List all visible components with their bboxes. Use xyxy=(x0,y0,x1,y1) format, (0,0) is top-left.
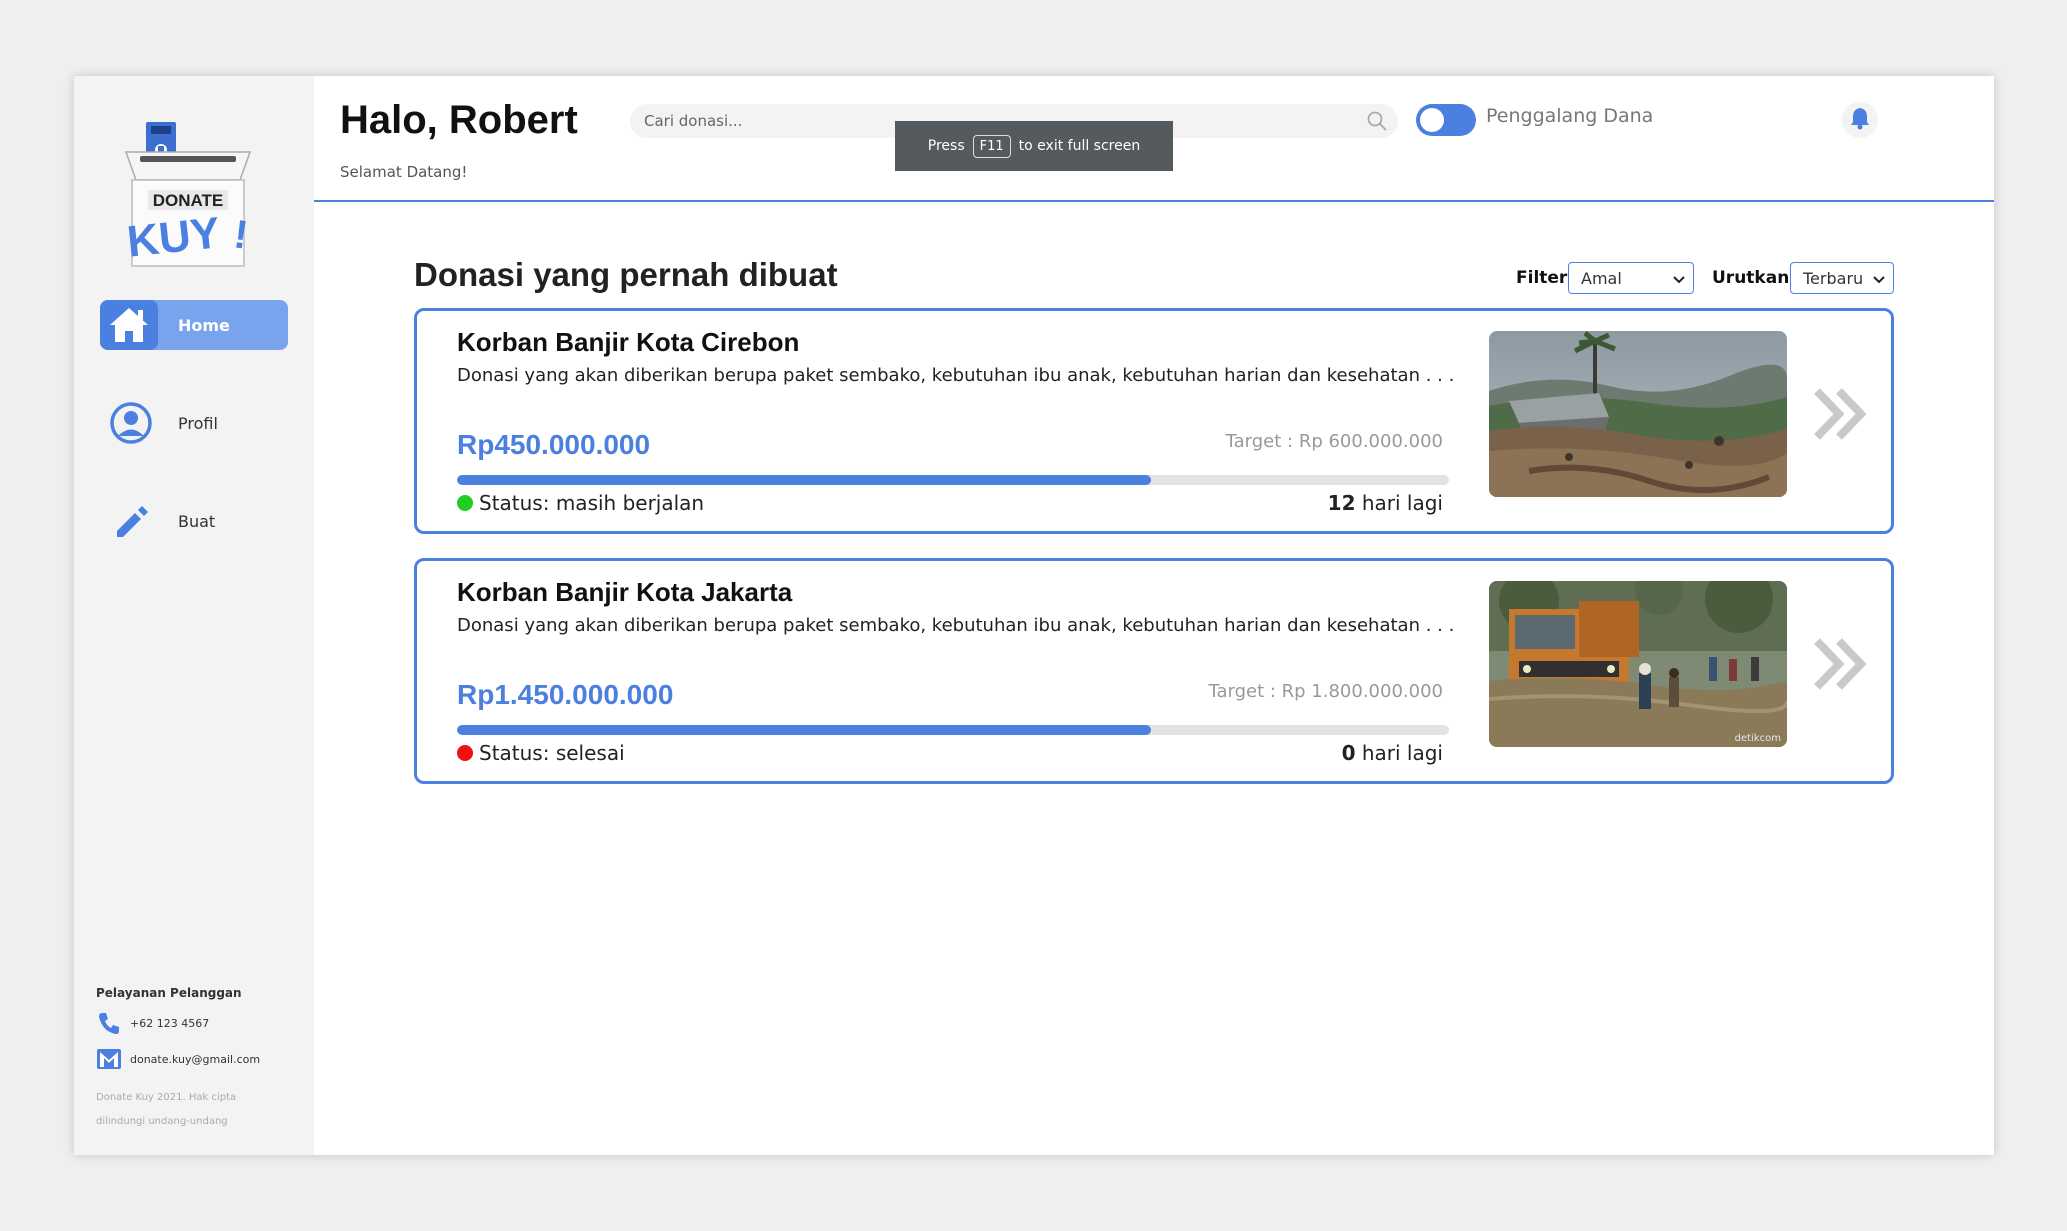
donation-title: Korban Banjir Kota Cirebon xyxy=(457,327,800,357)
svg-text:DONATE: DONATE xyxy=(153,191,224,210)
phone-number: +62 123 4567 xyxy=(130,1016,210,1030)
sidebar-item-home[interactable]: Home xyxy=(100,300,288,350)
donation-target: Target : Rp 600.000.000 xyxy=(1225,431,1443,452)
chevron-down-icon xyxy=(1673,269,1685,288)
customer-service-title: Pelayanan Pelanggan xyxy=(96,986,242,1000)
greeting-title: Halo, Robert xyxy=(340,98,578,142)
sidebar-item-buat[interactable]: Buat xyxy=(100,496,288,546)
f11-key: F11 xyxy=(972,134,1011,158)
phone-icon xyxy=(96,1010,122,1036)
mail-icon xyxy=(96,1046,122,1072)
page-title: Donasi yang pernah dibuat xyxy=(414,256,838,293)
app-window: DONATE KUY ! Home Profil Buat Pelayanan xyxy=(74,76,1994,1155)
status-dot xyxy=(457,745,473,761)
svg-text:KUY: KUY xyxy=(125,208,223,266)
fullscreen-exit-toast: Press F11 to exit full screen xyxy=(895,121,1173,171)
donation-target: Target : Rp 1.800.000.000 xyxy=(1208,681,1443,702)
bell-icon xyxy=(1849,106,1871,134)
progress-bar xyxy=(457,475,1449,485)
sidebar: DONATE KUY ! Home Profil Buat Pelayanan xyxy=(74,76,314,1155)
donate-kuy-logo: DONATE KUY ! xyxy=(118,122,258,282)
donation-description: Donasi yang akan diberikan berupa paket … xyxy=(457,615,1455,636)
home-icon xyxy=(100,300,158,350)
donation-photo: detikcom xyxy=(1489,581,1787,747)
days-remaining: 0 hari lagi xyxy=(1341,741,1443,765)
filter-select[interactable]: Amal xyxy=(1568,262,1694,294)
chevron-right-icon[interactable] xyxy=(1813,387,1869,445)
chevron-right-icon[interactable] xyxy=(1813,637,1869,695)
donation-title: Korban Banjir Kota Jakarta xyxy=(457,577,793,607)
search-icon[interactable] xyxy=(1366,110,1388,136)
sidebar-item-label: Home xyxy=(178,315,230,335)
pencil-icon xyxy=(108,498,154,544)
donation-card[interactable]: Korban Banjir Kota Cirebon Donasi yang a… xyxy=(414,308,1894,534)
chevron-down-icon xyxy=(1873,269,1885,288)
donation-amount: Rp1.450.000.000 xyxy=(457,679,674,710)
notification-button[interactable] xyxy=(1842,102,1878,138)
filter-label: Filter: xyxy=(1516,268,1575,288)
donation-card[interactable]: Korban Banjir Kota Jakarta Donasi yang a… xyxy=(414,558,1894,784)
sort-label: Urutkan: xyxy=(1712,268,1797,288)
email-contact[interactable]: donate.kuy@gmail.com xyxy=(96,1046,306,1072)
sort-select[interactable]: Terbaru xyxy=(1790,262,1894,294)
sidebar-footer: Pelayanan Pelanggan +62 123 4567 donate.… xyxy=(96,986,306,1134)
sidebar-item-profil[interactable]: Profil xyxy=(100,398,288,448)
donation-photo xyxy=(1489,331,1787,497)
donation-status: Status: selesai xyxy=(457,741,625,765)
user-icon xyxy=(108,400,154,446)
email-address: donate.kuy@gmail.com xyxy=(130,1052,261,1066)
sidebar-item-label: Profil xyxy=(178,413,218,433)
svg-text:detikcom: detikcom xyxy=(1735,733,1781,744)
progress-bar xyxy=(457,725,1449,735)
fundraiser-toggle[interactable] xyxy=(1416,104,1476,136)
greeting-subtitle: Selamat Datang! xyxy=(340,163,468,181)
copyright-text: Donate Kuy 2021. Hak cipta dilindungi un… xyxy=(96,1092,237,1127)
donation-amount: Rp450.000.000 xyxy=(457,429,651,460)
toggle-knob xyxy=(1420,108,1444,132)
progress-fill xyxy=(457,475,1152,485)
phone-contact[interactable]: +62 123 4567 xyxy=(96,1010,306,1036)
status-dot xyxy=(457,495,473,511)
days-remaining: 12 hari lagi xyxy=(1327,491,1443,515)
fundraiser-toggle-label: Penggalang Dana xyxy=(1486,105,1654,127)
sidebar-item-label: Buat xyxy=(178,511,216,531)
progress-fill xyxy=(457,725,1152,735)
donation-description: Donasi yang akan diberikan berupa paket … xyxy=(457,365,1455,386)
donation-status: Status: masih berjalan xyxy=(457,491,704,515)
